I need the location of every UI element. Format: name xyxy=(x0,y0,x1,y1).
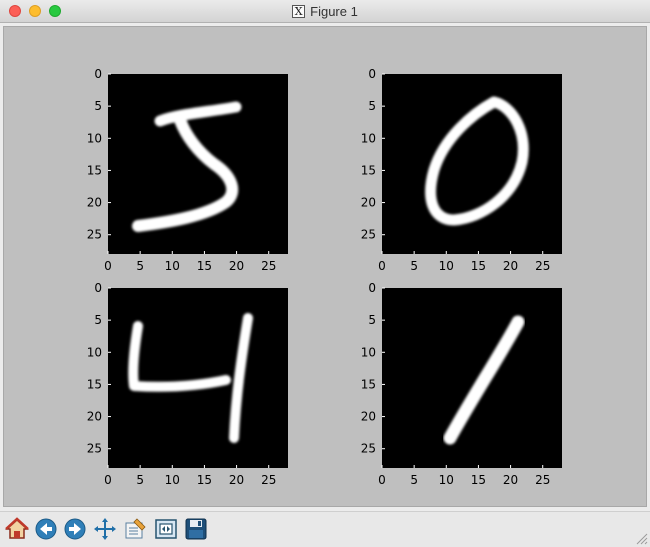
x-tick-label: 20 xyxy=(503,473,518,487)
x-tick-label: 10 xyxy=(439,259,454,273)
y-tick-label: 10 xyxy=(361,131,376,145)
x-tick-label: 5 xyxy=(410,259,418,273)
y-tick-label: 20 xyxy=(87,196,102,210)
x-tick-label: 0 xyxy=(104,473,112,487)
configure-subplots-button[interactable] xyxy=(122,516,148,542)
navigation-toolbar xyxy=(0,511,650,547)
zoom-to-rect-icon xyxy=(155,519,177,539)
x-tick-label: 5 xyxy=(136,259,144,273)
configure-subplots-icon xyxy=(125,518,146,539)
subplot-digit-5 xyxy=(108,74,288,254)
save-icon xyxy=(185,518,207,540)
y-tick-label: 0 xyxy=(94,67,102,81)
figure-canvas-frame: 0 5 10 15 20 25 0 5 10 15 20 25 0 5 10 15 20 25 0 5 10 15 20 25… xyxy=(0,23,650,510)
x-tick-label: 10 xyxy=(439,473,454,487)
y-tick-label: 15 xyxy=(361,163,376,177)
home-button[interactable] xyxy=(4,516,30,542)
x-tick-label: 20 xyxy=(503,259,518,273)
x-tick-label: 15 xyxy=(471,259,486,273)
resize-grip-icon[interactable] xyxy=(636,533,648,545)
title-bar: X Figure 1 xyxy=(0,0,650,23)
save-button[interactable] xyxy=(183,516,209,542)
x-tick-label: 25 xyxy=(261,473,276,487)
y-tick-label: 10 xyxy=(87,131,102,145)
y-tick-label: 5 xyxy=(94,313,102,327)
y-tick-label: 15 xyxy=(87,377,102,391)
y-tick-label: 5 xyxy=(94,99,102,113)
x-tick-label: 15 xyxy=(471,473,486,487)
y-tick-label: 10 xyxy=(87,345,102,359)
x-tick-label: 25 xyxy=(535,473,550,487)
y-tick-label: 5 xyxy=(368,99,376,113)
y-tick-label: 5 xyxy=(368,313,376,327)
y-tick-label: 25 xyxy=(87,228,102,242)
x-tick-label: 5 xyxy=(410,473,418,487)
x-tick-label: 0 xyxy=(378,473,386,487)
y-tick-label: 0 xyxy=(368,67,376,81)
forward-icon xyxy=(64,518,86,540)
pan-icon xyxy=(94,518,116,540)
y-tick-label: 20 xyxy=(361,196,376,210)
x-tick-label: 0 xyxy=(104,259,112,273)
window-title: Figure 1 xyxy=(310,3,358,19)
home-icon xyxy=(5,517,29,539)
y-tick-label: 0 xyxy=(94,281,102,295)
x-tick-label: 20 xyxy=(229,259,244,273)
zoom-to-rect-button[interactable] xyxy=(153,516,179,542)
x-tick-label: 15 xyxy=(197,259,212,273)
x-tick-label: 25 xyxy=(261,259,276,273)
subplots-grid: 0 5 10 15 20 25 0 5 10 15 20 25 0 5 10 15 20 25 0 5 10 15 20 25… xyxy=(87,67,562,487)
forward-button[interactable] xyxy=(62,516,88,542)
x-tick-label: 5 xyxy=(136,473,144,487)
y-tick-label: 15 xyxy=(361,377,376,391)
y-tick-label: 10 xyxy=(361,345,376,359)
subplot-digit-4 xyxy=(108,288,288,468)
x-tick-label: 25 xyxy=(535,259,550,273)
x-tick-label: 0 xyxy=(378,259,386,273)
y-tick-label: 15 xyxy=(87,163,102,177)
x-tick-label: 10 xyxy=(165,473,180,487)
x11-app-icon: X xyxy=(292,4,306,18)
pan-button[interactable] xyxy=(92,516,118,542)
figure-canvas[interactable]: 0 5 10 15 20 25 0 5 10 15 20 25 0 5 10 15 20 25 0 5 10 15 20 25… xyxy=(3,26,647,507)
y-tick-label: 25 xyxy=(361,228,376,242)
figure-window: X Figure 1 0 5 10 15 20 25 0 5 10 15 20 … xyxy=(0,0,650,547)
y-tick-label: 20 xyxy=(87,410,102,424)
subplot-digit-1 xyxy=(382,288,562,468)
x-tick-label: 10 xyxy=(165,259,180,273)
y-tick-label: 25 xyxy=(87,442,102,456)
back-icon xyxy=(35,518,57,540)
y-tick-label: 25 xyxy=(361,442,376,456)
x-tick-label: 20 xyxy=(229,473,244,487)
x-tick-label: 15 xyxy=(197,473,212,487)
y-tick-label: 0 xyxy=(368,281,376,295)
subplot-digit-0 xyxy=(382,74,562,254)
back-button[interactable] xyxy=(33,516,59,542)
y-tick-label: 20 xyxy=(361,410,376,424)
